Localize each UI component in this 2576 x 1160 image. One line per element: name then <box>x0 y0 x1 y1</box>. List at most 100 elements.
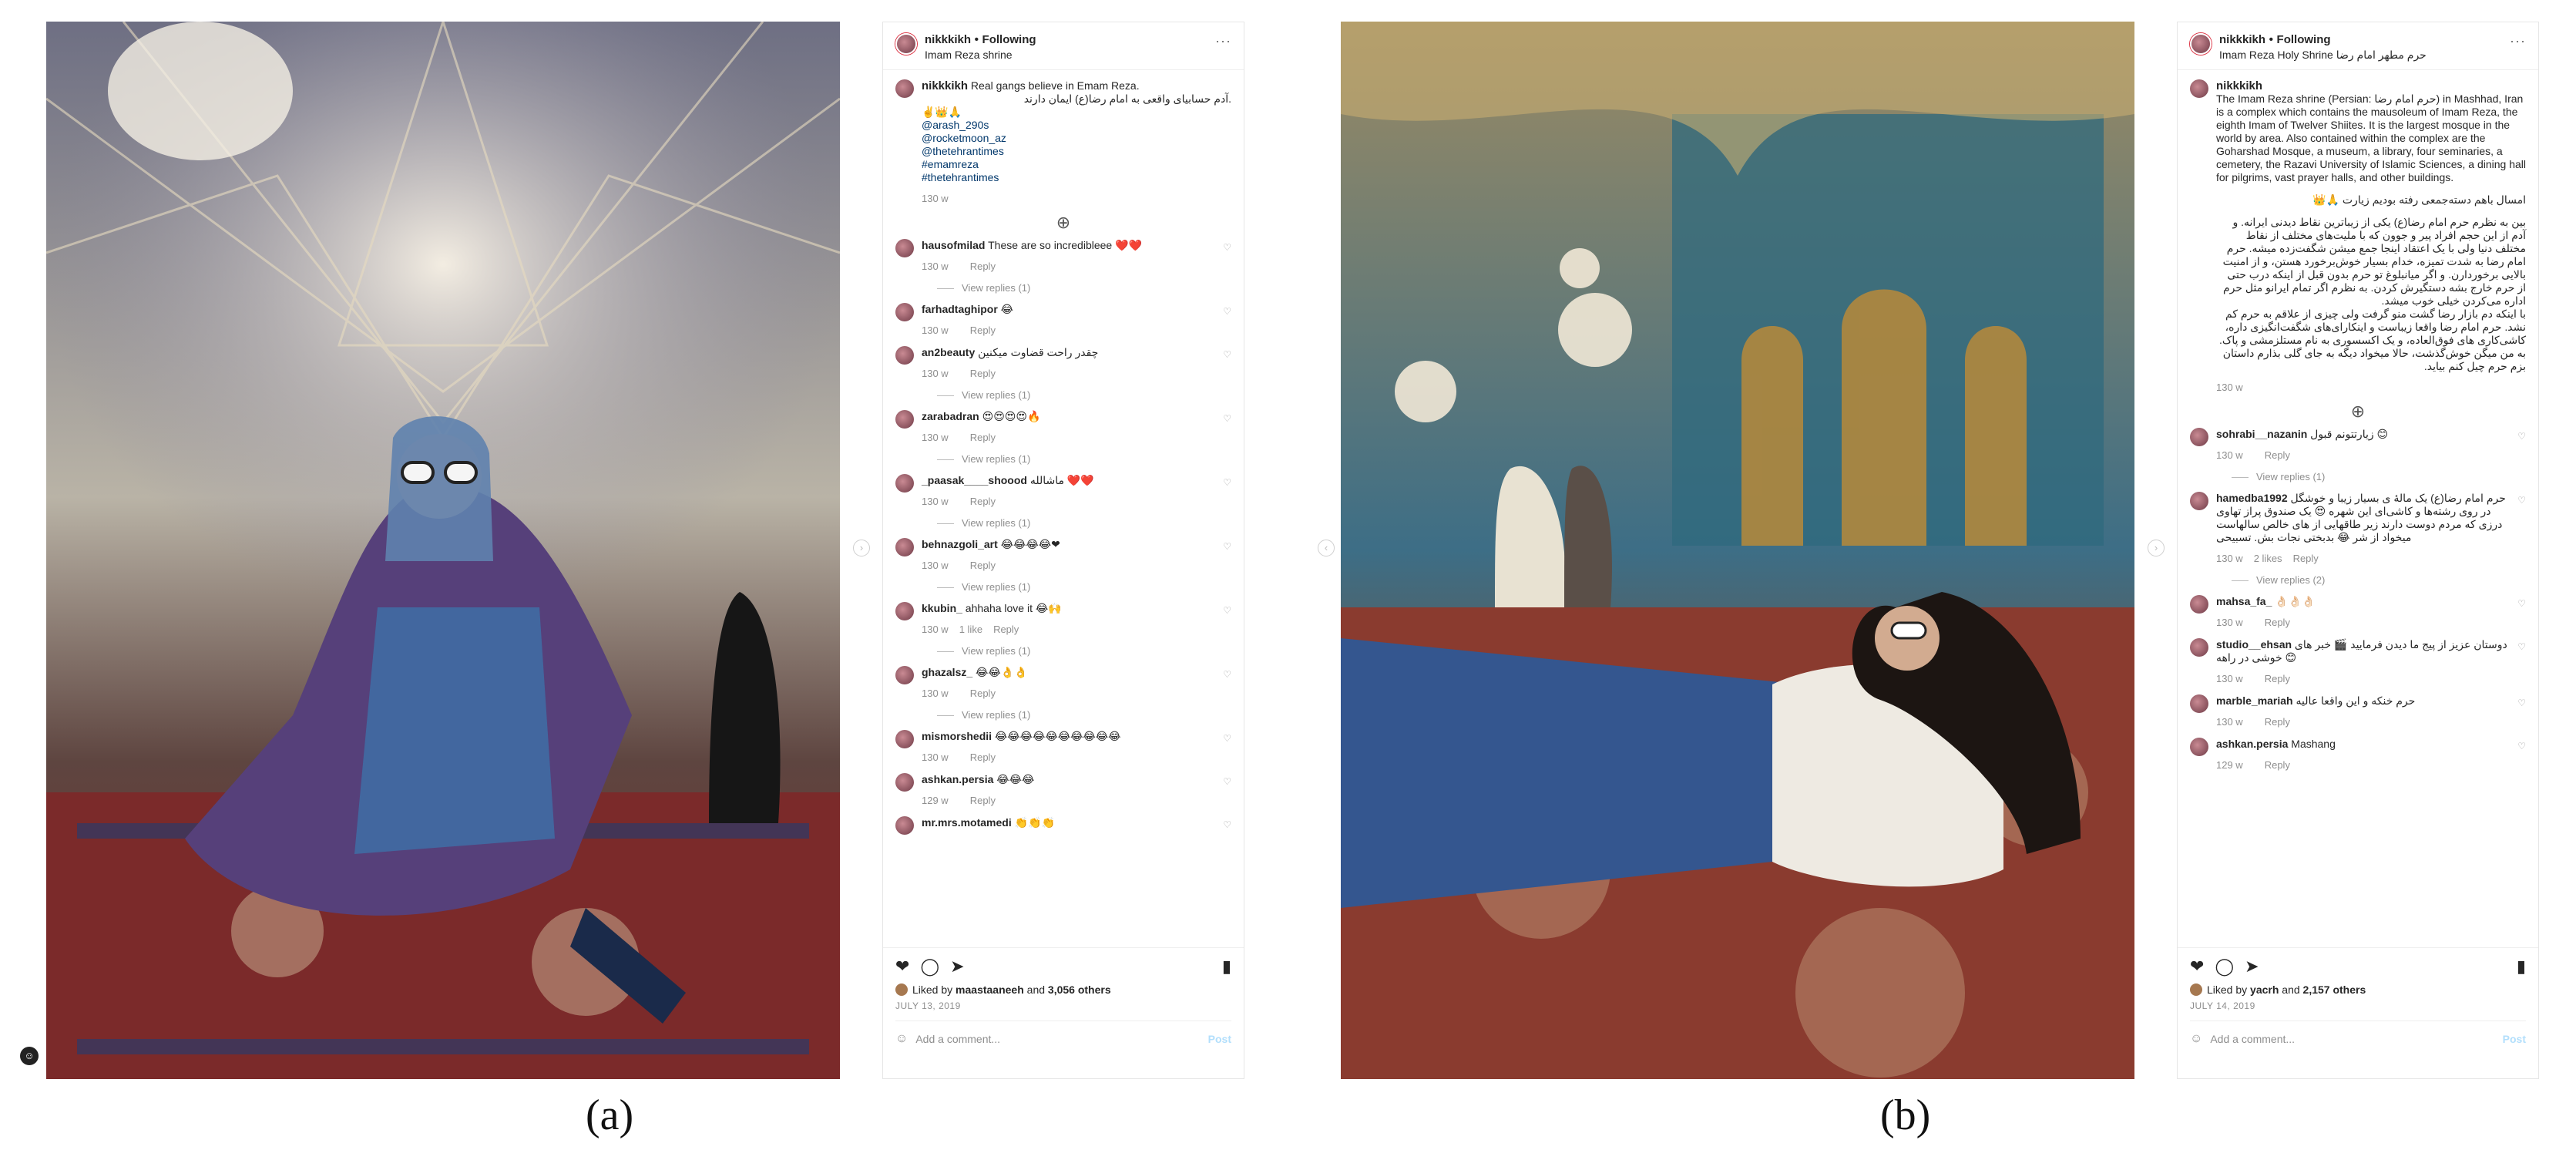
post-photo[interactable] <box>46 22 840 1079</box>
heart-icon[interactable]: ♡ <box>1223 242 1231 253</box>
comment-likes[interactable]: 2 likes <box>2254 553 2282 564</box>
reply-link[interactable]: Reply <box>970 432 996 443</box>
avatar[interactable] <box>895 79 914 98</box>
avatar[interactable] <box>895 538 914 556</box>
caption-username[interactable]: nikkkikh <box>922 79 968 92</box>
reply-link[interactable]: Reply <box>970 324 996 336</box>
comment-username[interactable]: ashkan.persia <box>922 773 993 785</box>
hashtag-link[interactable]: #emamreza <box>922 158 1231 171</box>
following-button[interactable]: Following <box>2277 33 2331 46</box>
comment-likes[interactable]: 1 like <box>959 624 982 635</box>
reply-link[interactable]: Reply <box>970 560 996 571</box>
reply-link[interactable]: Reply <box>970 368 996 379</box>
more-dots-icon[interactable]: ··· <box>2510 33 2526 49</box>
avatar[interactable] <box>2190 428 2208 446</box>
heart-icon[interactable]: ♡ <box>1223 605 1231 616</box>
following-button[interactable]: Following <box>982 33 1036 46</box>
smiley-icon[interactable]: ☺ <box>895 1032 908 1046</box>
bookmark-icon[interactable]: ▮ <box>1222 957 1231 977</box>
share-icon[interactable]: ➤ <box>2245 957 2259 977</box>
comment-username[interactable]: marble_mariah <box>2216 694 2293 707</box>
heart-icon[interactable]: ❤ <box>895 957 909 977</box>
plus-circle-icon[interactable]: ⊕ <box>2190 402 2526 422</box>
plus-circle-icon[interactable]: ⊕ <box>895 213 1231 233</box>
bookmark-icon[interactable]: ▮ <box>2517 957 2526 977</box>
add-comment-input[interactable]: Add a comment... <box>2210 1033 2295 1045</box>
location-link[interactable]: Imam Reza shrine <box>925 49 1215 61</box>
heart-icon[interactable]: ♡ <box>1223 349 1231 360</box>
view-replies-link[interactable]: View replies (1) <box>937 389 1231 401</box>
reply-link[interactable]: Reply <box>970 688 996 699</box>
heart-icon[interactable]: ♡ <box>1223 819 1231 830</box>
comment-username[interactable]: studio__ehsan <box>2216 638 2292 651</box>
view-replies-link[interactable]: View replies (1) <box>937 517 1231 529</box>
comment-icon[interactable]: ◯ <box>920 957 939 977</box>
reply-link[interactable]: Reply <box>2293 553 2319 564</box>
caption-username[interactable]: nikkkikh <box>2216 79 2526 92</box>
heart-icon[interactable]: ♡ <box>2517 741 2526 751</box>
avatar[interactable] <box>895 816 914 835</box>
view-replies-link[interactable]: View replies (1) <box>2232 471 2526 482</box>
add-comment-input[interactable]: Add a comment... <box>915 1033 1000 1045</box>
comment-username[interactable]: mr.mrs.motamedi <box>922 816 1012 829</box>
avatar[interactable] <box>895 773 914 792</box>
avatar[interactable] <box>895 666 914 684</box>
comment-username[interactable]: hamedba1992 <box>2216 492 2288 504</box>
liked-by-user[interactable]: yacrh <box>2250 983 2279 996</box>
comment-username[interactable]: hausofmilad <box>922 239 985 251</box>
heart-icon[interactable]: ♡ <box>2517 495 2526 506</box>
post-photo[interactable] <box>1341 22 2134 1079</box>
heart-icon[interactable]: ♡ <box>1223 541 1231 552</box>
chevron-left-icon[interactable]: ‹ <box>1318 540 1335 556</box>
reply-link[interactable]: Reply <box>970 751 996 763</box>
reply-link[interactable]: Reply <box>970 795 996 806</box>
comments-scroll[interactable]: nikkkikh Real gangs believe in Emam Reza… <box>883 70 1244 980</box>
reply-link[interactable]: Reply <box>2265 617 2290 628</box>
avatar[interactable] <box>895 303 914 321</box>
view-replies-link[interactable]: View replies (1) <box>937 453 1231 465</box>
heart-icon[interactable]: ♡ <box>1223 776 1231 787</box>
heart-icon[interactable]: ♡ <box>1223 733 1231 744</box>
comment-username[interactable]: kkubin_ <box>922 602 962 614</box>
hashtag-link[interactable]: #thetehrantimes <box>922 171 1231 184</box>
comment-username[interactable]: behnazgoli_art <box>922 538 998 550</box>
reply-link[interactable]: Reply <box>2265 449 2290 461</box>
comments-scroll[interactable]: nikkkikh The Imam Reza shrine (Persian: … <box>2178 70 2538 980</box>
comment-username[interactable]: an2beauty <box>922 346 975 358</box>
reply-link[interactable]: Reply <box>970 261 996 272</box>
view-replies-link[interactable]: View replies (1) <box>937 645 1231 657</box>
avatar[interactable] <box>895 239 914 257</box>
avatar[interactable] <box>895 410 914 429</box>
location-link[interactable]: Imam Reza Holy Shrine حرم مطهر امام رضا <box>2219 49 2510 62</box>
comment-username[interactable]: mismorshedii <box>922 730 992 742</box>
avatar[interactable] <box>895 730 914 748</box>
comment-icon[interactable]: ◯ <box>2215 957 2234 977</box>
heart-icon[interactable]: ♡ <box>1223 669 1231 680</box>
post-button[interactable]: Post <box>2503 1033 2526 1045</box>
comment-username[interactable]: ghazalsz_ <box>922 666 972 678</box>
avatar[interactable] <box>895 346 914 365</box>
share-icon[interactable]: ➤ <box>950 957 964 977</box>
reply-link[interactable]: Reply <box>2265 759 2290 771</box>
avatar[interactable] <box>895 474 914 493</box>
view-replies-link[interactable]: View replies (1) <box>937 581 1231 593</box>
heart-icon[interactable]: ♡ <box>2517 598 2526 609</box>
heart-icon[interactable]: ♡ <box>1223 477 1231 488</box>
avatar[interactable] <box>2190 638 2208 657</box>
chevron-right-icon[interactable]: › <box>853 540 870 556</box>
view-replies-link[interactable]: View replies (1) <box>937 709 1231 721</box>
comment-username[interactable]: _paasak____shoood <box>922 474 1027 486</box>
chevron-right-icon[interactable]: › <box>2148 540 2165 556</box>
liked-by-count[interactable]: 2,157 others <box>2303 983 2366 996</box>
reply-link[interactable]: Reply <box>993 624 1019 635</box>
comment-username[interactable]: zarabadran <box>922 410 979 422</box>
avatar[interactable] <box>895 33 917 55</box>
comment-username[interactable]: mahsa_fa_ <box>2216 595 2272 607</box>
avatar[interactable] <box>2190 33 2212 55</box>
comment-username[interactable]: sohrabi__nazanin <box>2216 428 2307 440</box>
view-replies-link[interactable]: View replies (2) <box>2232 574 2526 586</box>
liked-by-count[interactable]: 3,056 others <box>1048 983 1111 996</box>
header-username[interactable]: nikkkikh <box>2219 33 2265 46</box>
view-replies-link[interactable]: View replies (1) <box>937 282 1231 294</box>
mention-link[interactable]: @thetehrantimes <box>922 145 1231 158</box>
